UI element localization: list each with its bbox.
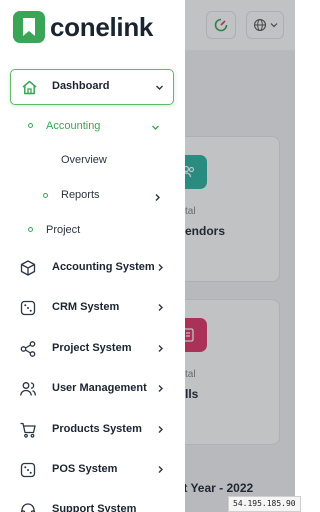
- home-icon: [22, 80, 37, 95]
- chevron-right-icon: [158, 385, 163, 392]
- bullet-icon: [43, 193, 48, 198]
- sidebar-item-dashboard[interactable]: Dashboard: [10, 69, 174, 105]
- ip-address-tag: 54.195.185.90: [228, 496, 301, 512]
- sidebar-item-products-system[interactable]: Products System: [0, 415, 185, 445]
- sidebar-item-label: Products System: [52, 423, 142, 435]
- sidebar-item-accounting-system[interactable]: Accounting System: [0, 253, 185, 283]
- sidebar-item-label: Accounting System: [52, 261, 155, 273]
- sidebar-item-label: Dashboard: [52, 80, 110, 92]
- chevron-down-icon[interactable]: [151, 123, 160, 132]
- bullet-icon: [28, 227, 33, 232]
- share-icon: [20, 341, 36, 357]
- sidebar-item-label: CRM System: [52, 301, 120, 313]
- sidebar-item-label: User Management: [52, 382, 147, 394]
- sidebar-subitem-project[interactable]: Project: [46, 224, 80, 236]
- cart-icon: [20, 422, 36, 438]
- sidebar-item-project-system[interactable]: Project System: [0, 334, 185, 364]
- chevron-down-icon: [156, 85, 163, 90]
- chevron-right-icon: [158, 304, 163, 311]
- sidebar-item-user-management[interactable]: User Management: [0, 374, 185, 404]
- dice-icon: [20, 300, 36, 316]
- chevron-right-icon: [158, 426, 163, 433]
- sidebar-subitem-accounting[interactable]: Accounting: [46, 120, 100, 132]
- brand-logo[interactable]: conelink: [12, 9, 153, 45]
- sidebar-item-crm-system[interactable]: CRM System: [0, 293, 185, 323]
- chevron-right-icon: [158, 264, 163, 271]
- chevron-right-icon: [158, 466, 163, 473]
- logo-mark-icon: [13, 11, 45, 43]
- sidebar: conelink Dashboard Accounting Overview R…: [0, 0, 185, 512]
- sidebar-item-label: POS System: [52, 463, 118, 475]
- sidebar-item-label: Project System: [52, 342, 132, 354]
- headset-icon: [20, 503, 36, 512]
- sidebar-item-label: Support System: [52, 503, 137, 512]
- sidebar-subitem-overview[interactable]: Overview: [61, 154, 107, 166]
- cube-icon: [20, 260, 36, 276]
- sidebar-item-pos-system[interactable]: POS System: [0, 455, 185, 485]
- users-icon: [20, 382, 36, 396]
- logo-text: conelink: [50, 11, 154, 42]
- chevron-right-icon: [158, 345, 163, 352]
- sidebar-subitem-reports[interactable]: Reports: [61, 189, 100, 201]
- chevron-right-icon[interactable]: [153, 193, 162, 202]
- dice-icon: [20, 462, 36, 478]
- sidebar-item-support-system[interactable]: Support System: [0, 495, 185, 512]
- bullet-icon: [28, 123, 33, 128]
